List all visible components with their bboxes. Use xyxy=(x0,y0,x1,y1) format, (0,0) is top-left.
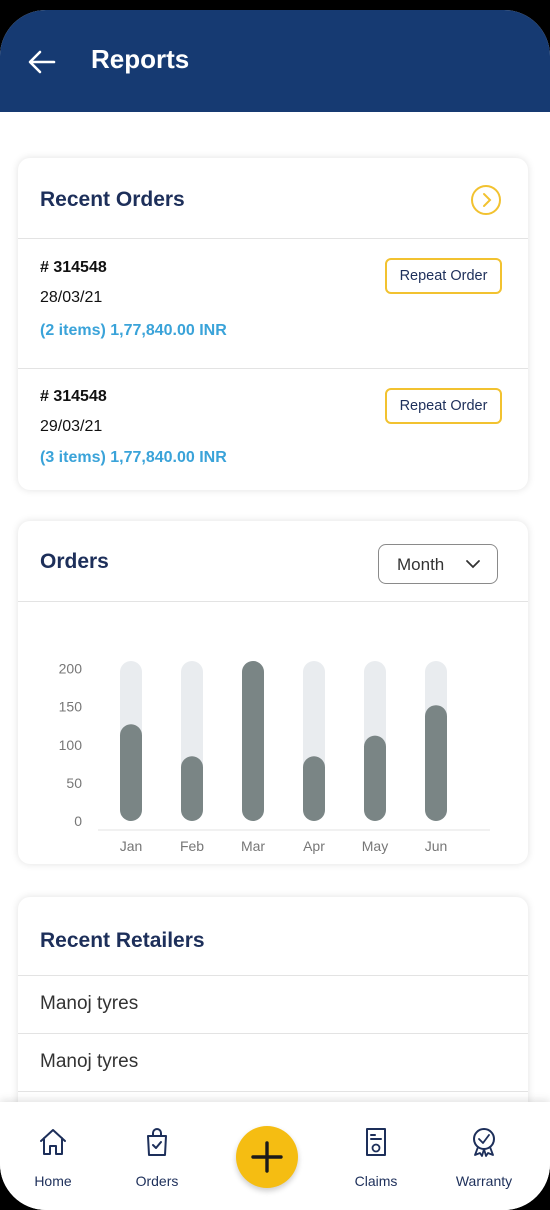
y-tick-label: 0 xyxy=(74,813,82,829)
bar-mar xyxy=(242,661,264,821)
order-summary: (2 items) 1,77,840.00 INR xyxy=(40,322,227,339)
shopping-bag-icon xyxy=(147,1128,167,1156)
bottom-navigation: Home Orders Claims Warranty xyxy=(0,1102,550,1210)
period-dropdown[interactable]: Month xyxy=(378,544,498,584)
order-id: # 314548 xyxy=(40,259,107,276)
nav-warranty[interactable]: Warranty xyxy=(439,1102,529,1210)
nav-orders-label: Orders xyxy=(135,1173,179,1189)
page-title: Reports xyxy=(91,44,190,74)
y-tick-label: 200 xyxy=(59,661,83,677)
back-arrow-icon[interactable] xyxy=(26,46,58,78)
app-header: Reports xyxy=(0,10,550,112)
orders-bar-chart: 0 50 100 150 200 Jan Feb Mar Apr May Jun xyxy=(59,661,490,854)
nav-warranty-label: Warranty xyxy=(455,1173,513,1189)
x-tick-label: Jan xyxy=(120,838,143,854)
recent-retailers-title: Recent Retailers xyxy=(40,929,205,952)
y-tick-label: 150 xyxy=(59,699,83,715)
nav-claims-label: Claims xyxy=(354,1173,398,1189)
order-summary: (3 items) 1,77,840.00 INR xyxy=(40,449,227,466)
x-tick-label: May xyxy=(362,838,388,854)
y-tick-label: 50 xyxy=(66,775,82,791)
retailer-item[interactable]: Manoj tyres xyxy=(40,1051,138,1073)
plus-icon xyxy=(251,1141,283,1173)
nav-claims[interactable]: Claims xyxy=(331,1102,421,1210)
repeat-order-button[interactable]: Repeat Order xyxy=(385,258,502,294)
y-tick-label: 100 xyxy=(59,737,83,753)
add-button[interactable] xyxy=(236,1126,298,1188)
warranty-badge-icon xyxy=(473,1128,495,1157)
retailer-item[interactable]: Manoj tyres xyxy=(40,993,138,1015)
claims-document-icon xyxy=(366,1128,386,1156)
nav-home-label: Home xyxy=(34,1173,72,1189)
divider xyxy=(18,238,528,239)
recent-orders-card: Recent Orders # 314548 28/03/21 (2 items… xyxy=(18,158,528,490)
divider xyxy=(18,368,528,369)
period-dropdown-value: Month xyxy=(397,555,445,574)
nav-orders[interactable]: Orders xyxy=(112,1102,202,1210)
bar-jan xyxy=(120,724,142,821)
order-date: 29/03/21 xyxy=(40,418,103,435)
divider xyxy=(18,601,528,602)
bar-may xyxy=(364,735,386,821)
view-all-orders-button[interactable] xyxy=(471,185,501,215)
divider xyxy=(18,1033,528,1034)
phone-screen: Reports Recent Orders # 314548 28/03/21 … xyxy=(0,10,550,1210)
x-tick-label: Apr xyxy=(303,838,325,854)
x-tick-label: Jun xyxy=(425,838,448,854)
x-tick-label: Feb xyxy=(180,838,204,854)
orders-chart-title: Orders xyxy=(40,550,109,573)
x-tick-label: Mar xyxy=(241,838,265,854)
recent-orders-title: Recent Orders xyxy=(40,188,185,211)
repeat-order-button[interactable]: Repeat Order xyxy=(385,388,502,424)
chevron-down-icon xyxy=(466,560,480,569)
home-icon xyxy=(40,1129,66,1155)
nav-home[interactable]: Home xyxy=(8,1102,98,1210)
bar-apr xyxy=(303,756,325,821)
orders-chart-card: Orders Month 0 50 100 150 200 Jan Feb Mar Apr May… xyxy=(18,521,528,864)
divider xyxy=(18,975,528,976)
chevron-right-icon xyxy=(483,193,492,207)
order-date: 28/03/21 xyxy=(40,289,103,306)
order-id: # 314548 xyxy=(40,388,107,405)
bar-jun xyxy=(425,705,447,821)
bar-feb xyxy=(181,756,203,821)
divider xyxy=(18,1091,528,1092)
